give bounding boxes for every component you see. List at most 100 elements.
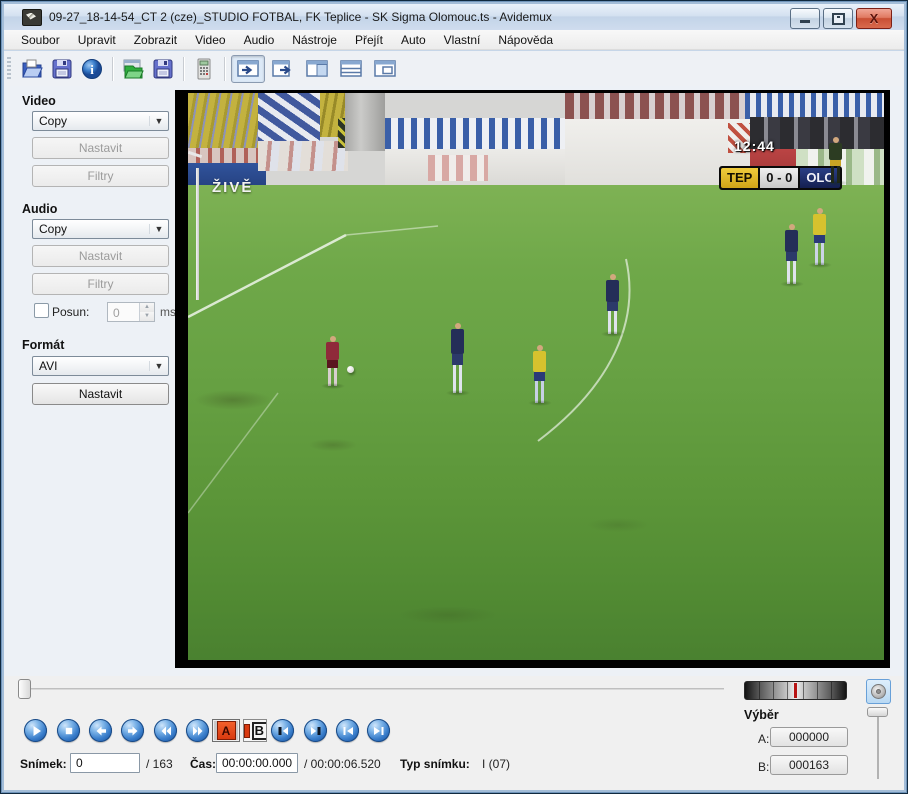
main-area: Video Copy ▼ Nastavit Filtry Audio Copy …	[4, 86, 904, 676]
save-video-button[interactable]	[47, 55, 77, 83]
bottom-bar: Výběr A: 000000 B: 000163	[4, 676, 904, 790]
view-mode-side-by-side-button[interactable]	[301, 56, 333, 82]
spin-up-icon[interactable]: ▲	[140, 303, 154, 312]
window-title: 09-27_18-14-54_CT 2 (cze)_STUDIO FOTBAL,…	[49, 10, 552, 24]
frame-type-value: I (07)	[482, 757, 510, 771]
green-folder-icon	[121, 57, 145, 81]
toolbar-separator	[224, 57, 225, 81]
frame-label: Snímek:	[20, 757, 67, 771]
toolbar: i	[4, 51, 904, 87]
format-section-title: Formát	[22, 338, 64, 352]
scoreboard: TEP 0 - 0 OLO	[719, 166, 842, 190]
info-button[interactable]: i	[77, 55, 107, 83]
menu-item-vlastni[interactable]: Vlastní	[435, 31, 490, 49]
small-window-icon	[374, 60, 396, 77]
svg-text:i: i	[90, 62, 94, 77]
calculator-button[interactable]	[189, 55, 219, 83]
first-frame-button[interactable]	[336, 719, 359, 742]
match-clock: 12:44	[734, 138, 775, 154]
format-select[interactable]: AVI ▼	[32, 356, 169, 376]
set-marker-a-button[interactable]: A	[212, 719, 240, 742]
marker-a-icon: A	[217, 721, 236, 740]
view-mode-input-button[interactable]	[231, 55, 265, 83]
menu-item-nastroje[interactable]: Nástroje	[283, 31, 346, 49]
marker-b-icon: B	[252, 722, 266, 740]
menu-bar: SouborUpravitZobrazitVideoAudioNástrojeP…	[4, 30, 904, 50]
format-configure-button[interactable]: Nastavit	[32, 383, 169, 405]
live-badge: ŽIVĚ	[212, 179, 253, 196]
play-button[interactable]	[24, 719, 47, 742]
open-folder-icon	[20, 57, 44, 81]
score-home-team: TEP	[721, 168, 758, 188]
time-total: / 00:00:06.520	[304, 757, 381, 771]
time-input[interactable]: 00:00:00.000	[216, 753, 298, 773]
toolbar-grip[interactable]	[7, 57, 11, 81]
maximize-icon	[832, 13, 845, 25]
chevron-down-icon: ▼	[149, 361, 168, 371]
frame-type-label: Typ snímku:	[400, 757, 470, 771]
menu-item-prejit[interactable]: Přejít	[346, 31, 392, 49]
video-filters-button[interactable]: Filtry	[32, 165, 169, 187]
mute-button[interactable]	[866, 679, 891, 704]
time-label: Čas:	[190, 757, 216, 771]
toolbar-separator	[183, 57, 184, 81]
double-arrow-left-icon	[160, 725, 172, 737]
previous-black-frame-button[interactable]	[271, 719, 294, 742]
video-section-title: Video	[22, 94, 56, 108]
menu-item-upravit[interactable]: Upravit	[69, 31, 125, 49]
audio-shift-checkbox[interactable]	[34, 303, 49, 318]
stop-button[interactable]	[57, 719, 80, 742]
player	[450, 323, 465, 393]
selection-title: Výběr	[744, 708, 779, 722]
previous-frame-button[interactable]	[89, 719, 112, 742]
floppy-disk-icon	[151, 57, 175, 81]
video-codec-select[interactable]: Copy ▼	[32, 111, 169, 131]
menu-item-audio[interactable]: Audio	[235, 31, 284, 49]
shuttle-control[interactable]	[744, 681, 847, 700]
menu-item-soubor[interactable]: Soubor	[12, 31, 69, 49]
spin-down-icon[interactable]: ▼	[140, 312, 154, 321]
view-mode-output-button[interactable]	[267, 56, 299, 82]
title-bar[interactable]: 09-27_18-14-54_CT 2 (cze)_STUDIO FOTBAL,…	[4, 4, 904, 30]
video-configure-button[interactable]: Nastavit	[32, 137, 169, 159]
window-arrow-out-icon	[272, 60, 294, 77]
audio-filters-button[interactable]: Filtry	[32, 273, 169, 295]
menu-item-napoveda[interactable]: Nápověda	[489, 31, 562, 49]
maximize-button[interactable]	[823, 8, 853, 29]
fast-forward-button[interactable]	[186, 719, 209, 742]
view-mode-stacked-button[interactable]	[335, 56, 367, 82]
volume-slider-handle[interactable]	[867, 707, 888, 717]
audio-codec-select[interactable]: Copy ▼	[32, 219, 169, 239]
next-black-frame-button[interactable]	[304, 719, 327, 742]
rewind-button[interactable]	[154, 719, 177, 742]
menu-item-auto[interactable]: Auto	[392, 31, 435, 49]
audio-configure-button[interactable]: Nastavit	[32, 245, 169, 267]
set-marker-b-button[interactable]: B	[243, 719, 267, 742]
open-project-button[interactable]	[118, 55, 148, 83]
shuttle-center-mark	[794, 683, 797, 698]
play-icon	[30, 725, 42, 737]
window-rows-icon	[340, 60, 362, 77]
seek-slider-track[interactable]	[30, 688, 724, 690]
goal-post	[196, 168, 199, 300]
seek-slider-handle[interactable]	[18, 679, 31, 699]
view-mode-popup-button[interactable]	[369, 56, 401, 82]
window-arrow-in-icon	[237, 60, 259, 77]
selection-a-value[interactable]: 000000	[770, 727, 848, 747]
open-video-button[interactable]	[17, 55, 47, 83]
frame-input[interactable]: 0	[70, 753, 140, 773]
close-button[interactable]: X	[856, 8, 892, 29]
last-frame-button[interactable]	[367, 719, 390, 742]
menu-item-video[interactable]: Video	[186, 31, 234, 49]
player	[532, 345, 547, 403]
info-icon: i	[80, 57, 104, 81]
player	[605, 274, 620, 334]
player	[828, 137, 843, 183]
skip-to-end-icon	[373, 725, 385, 737]
next-frame-button[interactable]	[121, 719, 144, 742]
audio-shift-spinner[interactable]: 0 ▲▼	[107, 302, 155, 322]
minimize-button[interactable]	[790, 8, 820, 29]
menu-item-zobrazit[interactable]: Zobrazit	[125, 31, 186, 49]
score-value: 0 - 0	[760, 168, 798, 188]
save-project-button[interactable]	[148, 55, 178, 83]
